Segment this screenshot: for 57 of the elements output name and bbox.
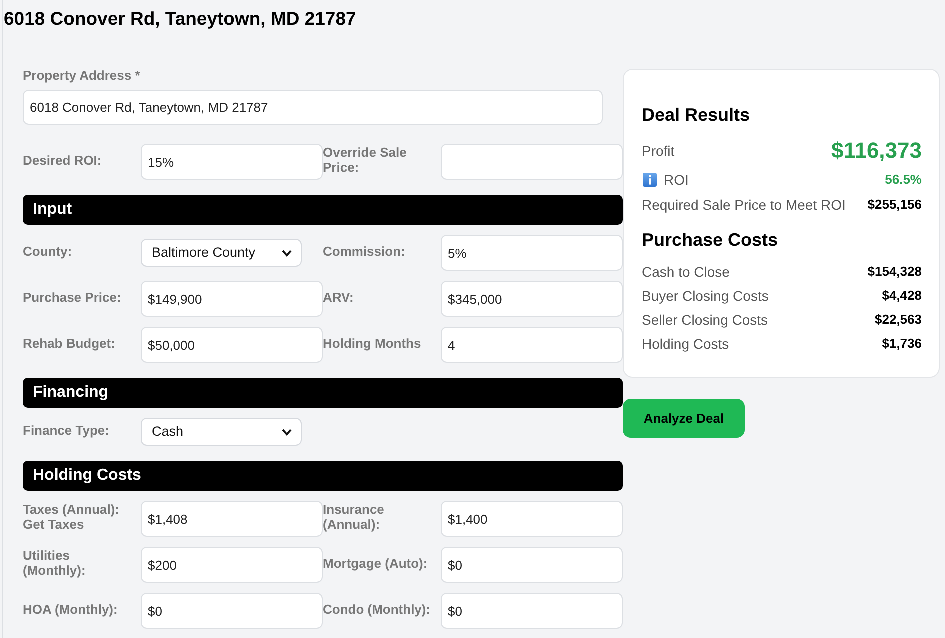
section-header: Input [23,195,623,225]
result-label: Buyer Closing Costs [642,287,769,306]
result-value: $255,156 [868,196,922,214]
input-field[interactable] [441,144,623,180]
input-field[interactable]: $0 [141,593,323,629]
result-label: ROI [664,171,689,190]
input-field[interactable]: $200 [141,547,323,583]
result-value: $154,328 [868,263,922,281]
section-header: Holding Costs [23,461,623,491]
result-label: Required Sale Price to Meet ROI [642,196,846,215]
result-value: $4,428 [882,287,922,305]
result-value: $22,563 [875,311,922,329]
dropdown[interactable]: Cash [141,418,302,446]
field-label: Rehab Budget: [23,336,116,350]
input-field[interactable]: 5% [441,235,623,271]
result-label: Holding Costs [642,335,730,354]
dropdown[interactable]: Baltimore County [141,239,302,267]
input-field[interactable]: 6018 Conover Rd, Taneytown, MD 21787 [23,90,603,125]
result-value: 56.5% [885,171,922,189]
field-label: Mortgage (Auto): [323,556,429,570]
field-label: Holding Months [323,336,422,350]
analyze-button[interactable]: Analyze Deal [623,399,745,438]
chevron-down-icon [282,428,292,436]
input-field[interactable]: $0 [441,593,623,629]
result-value: $116,373 [831,138,922,164]
info-icon [643,173,657,187]
field-label: Desired ROI: [23,152,103,168]
input-field[interactable]: $0 [441,547,623,583]
field-label: Finance Type: [23,422,110,438]
field-label: Override Sale Price: [323,145,408,175]
input-field[interactable]: 15% [141,144,323,180]
section-heading: Purchase Costs [642,229,780,251]
field-link[interactable]: Get Taxes [23,517,84,532]
input-field[interactable]: $1,400 [441,501,623,537]
page-title: 6018 Conover Rd, Taneytown, MD 21787 [3,7,358,30]
input-field[interactable]: $50,000 [141,327,323,363]
field-label: Commission: [323,244,406,258]
result-label: Profit [642,142,675,161]
field-label: Purchase Price: [23,290,122,304]
field-label: Taxes (Annual): [23,502,120,517]
field-label: Property Address * [23,68,140,84]
result-label: Seller Closing Costs [642,311,768,330]
input-field[interactable]: $345,000 [441,281,623,317]
input-field[interactable]: $1,408 [141,501,323,537]
chevron-down-icon [282,250,292,256]
field-label: Insurance (Annual): [323,502,386,532]
field-label: County: [23,244,74,258]
field-label: ARV: [323,290,355,304]
field-label: HOA (Monthly): [23,602,119,616]
input-field[interactable]: $149,900 [141,281,323,317]
section-heading: Deal Results [642,104,752,126]
result-value: $1,736 [882,335,922,353]
section-header: Financing [23,378,623,408]
input-field[interactable]: 4 [441,327,623,363]
field-label: Utilities (Monthly): [23,548,87,578]
field-label: Condo (Monthly): [323,602,432,616]
result-label: Cash to Close [642,263,730,282]
